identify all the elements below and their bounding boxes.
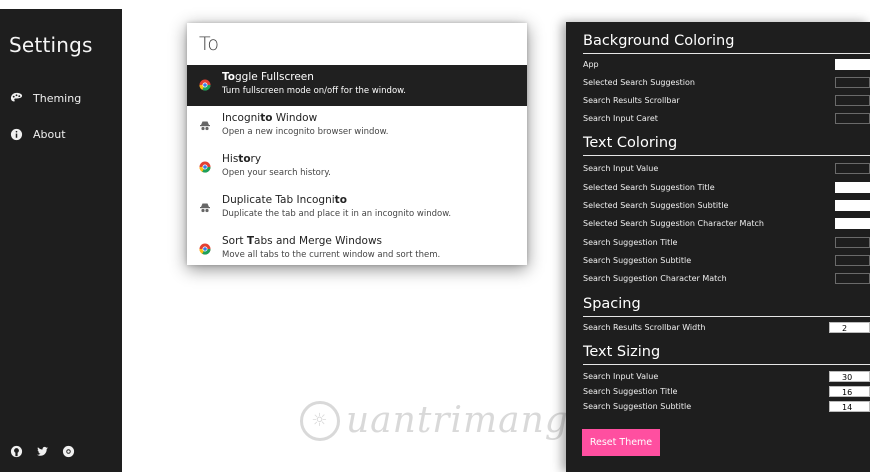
color-swatch-suggestion-title[interactable] [835,237,870,248]
section-divider [583,53,870,54]
chrome-icon[interactable] [61,444,75,458]
info-icon [9,127,23,141]
top-strip [0,0,870,9]
social-links [9,444,75,458]
suggestion-subtitle-size-input[interactable]: 14 [829,401,870,412]
row-label: App [583,60,599,69]
color-swatch-suggestion-subtitle[interactable] [835,255,870,266]
suggestion-item[interactable]: Incognito Window Open a new incognito br… [187,106,527,147]
row-label: Search Suggestion Character Match [583,274,727,283]
sidebar-item-theming[interactable]: Theming [9,91,81,105]
section-divider [583,316,870,317]
sidebar: Settings Theming About [0,9,122,472]
search-popup-preview: Toggle Fullscreen Turn fullscreen mode o… [187,23,527,265]
suggestion-title: History [222,153,262,165]
section-divider [583,155,870,156]
row-label: Selected Search Suggestion Subtitle [583,201,729,210]
input-value-size-input[interactable]: 30 [829,371,870,382]
reset-theme-button[interactable]: Reset Theme [582,429,660,456]
row-label: Search Input Caret [583,114,658,123]
row-label: Search Suggestion Title [583,387,678,396]
suggestion-title-size-input[interactable]: 16 [829,386,870,397]
row-label: Selected Search Suggestion [583,78,695,87]
watermark-logo-icon: ☼ [300,400,340,441]
section-divider [583,364,870,365]
chrome-icon [199,79,211,91]
suggestion-subtitle: Open a new incognito browser window. [222,127,389,137]
sidebar-item-about[interactable]: About [9,127,66,141]
suggestion-item[interactable]: Duplicate Tab Incognito Duplicate the ta… [187,188,527,229]
chrome-icon [199,161,211,173]
color-swatch-selected-match[interactable] [835,218,870,229]
scrollbar-width-input[interactable]: 2 [829,322,870,333]
color-swatch-input-value[interactable] [835,163,870,174]
color-swatch-selected-subtitle[interactable] [835,200,870,211]
color-swatch-selected-suggestion[interactable] [835,77,870,88]
incognito-icon [200,203,210,213]
palette-icon [9,91,23,105]
row-label: Selected Search Suggestion Title [583,183,715,192]
suggestion-subtitle: Move all tabs to the current window and … [222,250,441,260]
twitter-icon[interactable] [35,444,49,458]
row-label: Search Input Value [583,164,659,173]
color-swatch-suggestion-match[interactable] [835,273,870,284]
watermark-text: uantrimang [346,400,569,441]
section-title-background-coloring: Background Coloring [583,33,735,49]
incognito-icon [200,121,210,131]
chrome-icon [199,243,211,255]
color-swatch-caret[interactable] [835,113,870,124]
suggestion-item[interactable]: Toggle Fullscreen Turn fullscreen mode o… [187,65,527,106]
row-label: Search Input Value [583,372,659,381]
section-title-text-sizing: Text Sizing [583,344,661,360]
suggestion-subtitle: Open your search history. [222,168,331,178]
sidebar-item-label: Theming [33,91,82,105]
color-swatch-scrollbar[interactable] [835,95,870,106]
suggestion-item[interactable]: Sort Tabs and Merge Windows Move all tab… [187,229,527,265]
color-swatch-app[interactable] [835,59,870,70]
row-label: Search Results Scrollbar [583,96,680,105]
sidebar-title: Settings [9,33,93,57]
row-label: Search Suggestion Subtitle [583,402,692,411]
suggestion-title: Sort Tabs and Merge Windows [222,235,383,247]
watermark: ☼ uantrimang [300,400,569,441]
suggestion-title: Toggle Fullscreen [222,71,314,83]
row-label: Search Suggestion Subtitle [583,256,692,265]
suggestion-title: Duplicate Tab Incognito [222,194,347,206]
suggestion-title: Incognito Window [222,112,318,124]
row-label: Selected Search Suggestion Character Mat… [583,219,764,228]
color-swatch-selected-title[interactable] [835,182,870,193]
suggestion-subtitle: Duplicate the tab and place it in an inc… [222,209,452,219]
section-title-spacing: Spacing [583,296,641,312]
suggestion-subtitle: Turn fullscreen mode on/off for the wind… [222,86,407,96]
section-title-text-coloring: Text Coloring [583,135,678,151]
search-input[interactable] [187,23,527,65]
row-label: Search Suggestion Title [583,238,678,247]
row-label: Search Results Scrollbar Width [583,323,706,332]
sidebar-item-label: About [33,127,66,141]
suggestion-item[interactable]: History Open your search history. [187,147,527,188]
github-icon[interactable] [9,444,23,458]
